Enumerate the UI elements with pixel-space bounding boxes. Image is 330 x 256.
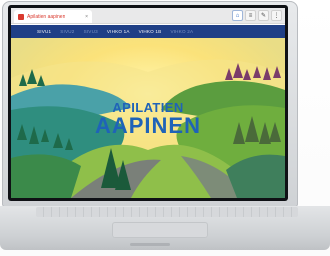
- nav-item-sivu3[interactable]: SIVU3: [84, 29, 98, 34]
- trackpad: [112, 222, 208, 238]
- browser-tab[interactable]: Apilatien aapinen ×: [14, 10, 92, 23]
- toolbar-icons: ⌂ ≡ ✎ ⋮: [232, 10, 282, 21]
- pencil-icon[interactable]: ✎: [258, 10, 269, 21]
- front-latch: [130, 243, 170, 246]
- browser-tab-bar: Apilatien aapinen × ⌂ ≡ ✎ ⋮: [11, 8, 285, 24]
- tab-title: Apilatien aapinen: [27, 13, 66, 20]
- home-icon[interactable]: ⌂: [232, 10, 243, 21]
- more-icon[interactable]: ⋮: [271, 10, 282, 21]
- nav-item-vihko-2a[interactable]: VIHKO 2A: [170, 29, 193, 34]
- nav-item-sivu2[interactable]: SIVU2: [60, 29, 74, 34]
- nav-item-vihko-1b[interactable]: VIHKO 1B: [139, 29, 162, 34]
- hero-title-line2: AAPINEN: [94, 113, 201, 138]
- nav-item-vihko-1a[interactable]: VIHKO 1A: [107, 29, 130, 34]
- laptop-scene: Apilatien aapinen × ⌂ ≡ ✎ ⋮ SIVU1 SIVU2 …: [0, 0, 330, 256]
- keyboard-edge: [36, 207, 298, 217]
- favicon-icon: [18, 13, 24, 20]
- close-tab-icon[interactable]: ×: [85, 14, 88, 20]
- list-icon[interactable]: ≡: [245, 10, 256, 21]
- site-navigation: SIVU1 SIVU2 SIVU3 VIHKO 1A VIHKO 1B VIHK…: [11, 25, 285, 38]
- hero-banner: APILATIEN AAPINEN: [11, 38, 285, 198]
- nav-item-sivu1[interactable]: SIVU1: [37, 29, 51, 34]
- browser-window: Apilatien aapinen × ⌂ ≡ ✎ ⋮ SIVU1 SIVU2 …: [11, 8, 285, 198]
